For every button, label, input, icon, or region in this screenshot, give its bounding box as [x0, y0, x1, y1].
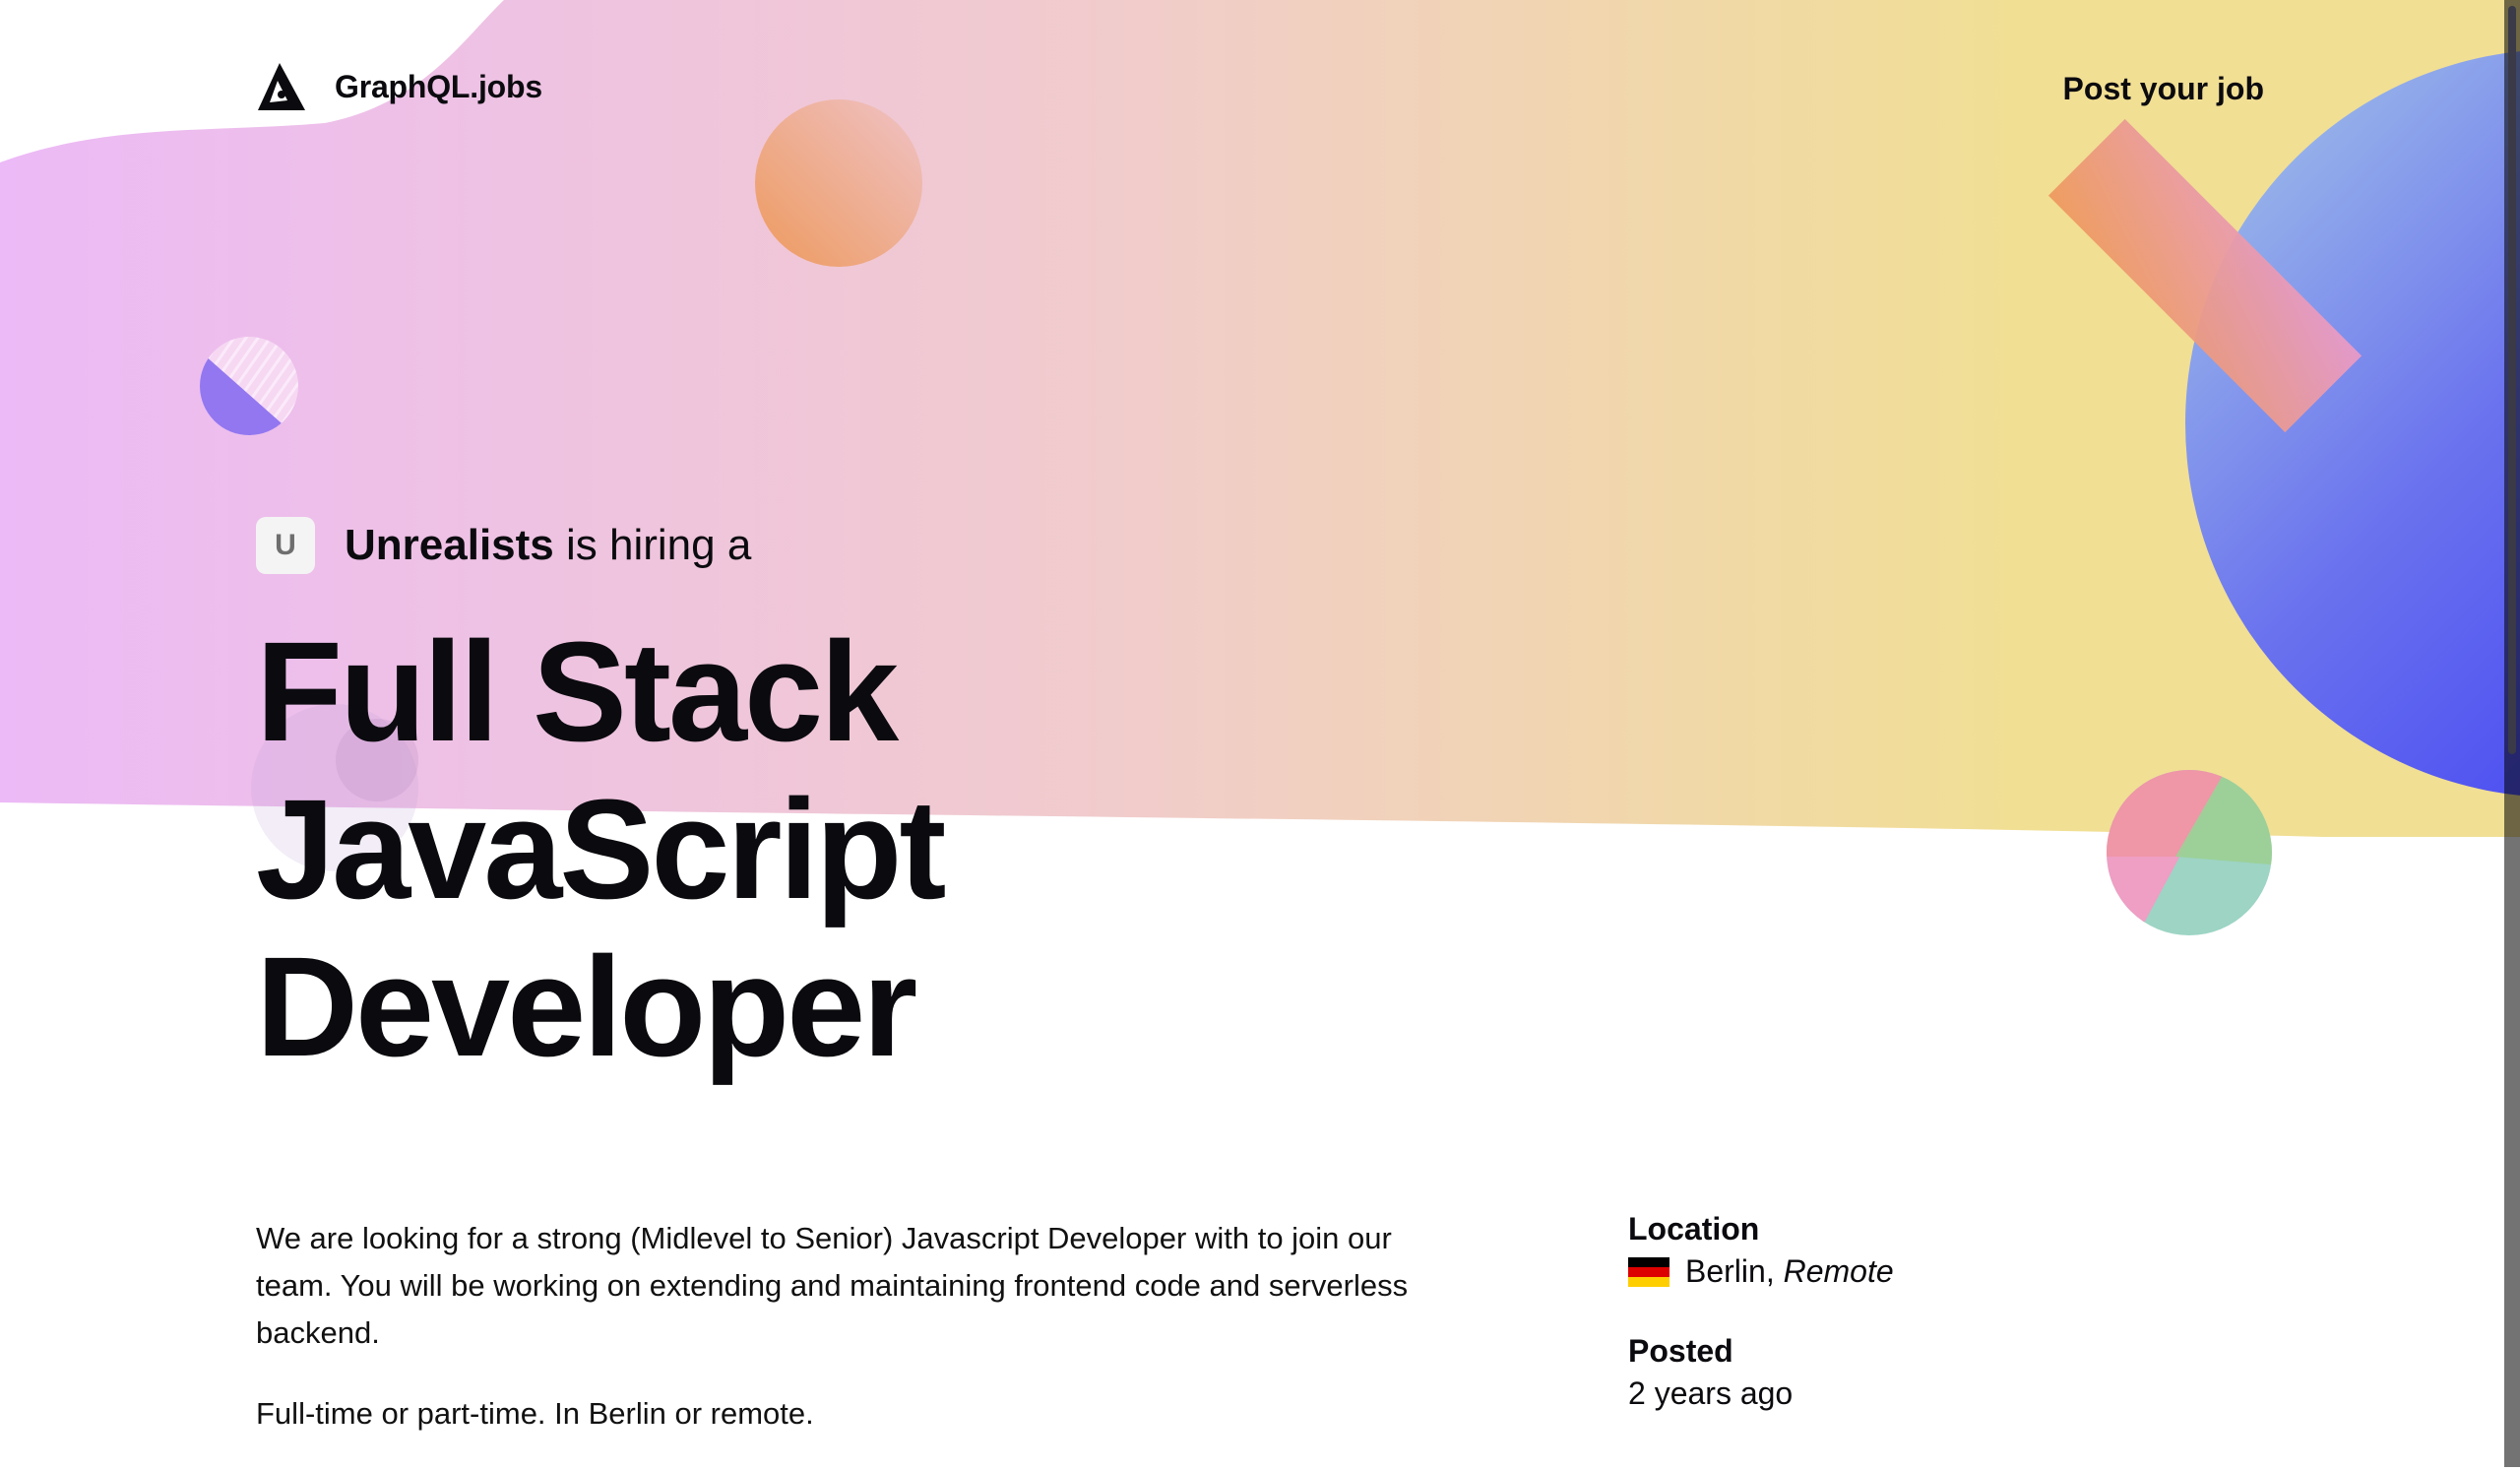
company-name-link[interactable]: Unrealists: [345, 521, 554, 569]
location-value: Berlin, Remote: [1628, 1253, 1894, 1290]
company-line: Unrealists is hiring a: [345, 521, 751, 570]
hiring-text: is hiring a: [566, 521, 752, 569]
job-title-line-2: JavaScript: [256, 770, 946, 928]
company-avatar[interactable]: U: [256, 517, 315, 574]
posted-label: Posted: [1628, 1333, 1733, 1369]
location-city: Berlin,: [1685, 1253, 1775, 1289]
location-block: Location Berlin, Remote: [1628, 1211, 1894, 1290]
job-description: We are looking for a strong (Midlevel to…: [256, 1215, 1447, 1471]
job-title-line-1: Full Stack: [256, 612, 899, 771]
posted-block: Posted 2 years ago: [1628, 1333, 1894, 1412]
description-paragraph: We are looking for a strong (Midlevel to…: [256, 1221, 1409, 1350]
page-scrollbar[interactable]: [2504, 0, 2520, 1467]
orange-circle-shape: [755, 99, 922, 267]
job-title-line-3: Developer: [256, 927, 917, 1086]
description-paragraph: Full-time or part-time. In Berlin or rem…: [256, 1396, 814, 1431]
job-meta: Location Berlin, Remote Posted 2 years a…: [1628, 1211, 1894, 1455]
hiring-row: U Unrealists is hiring a: [256, 517, 1240, 574]
graphql-jobs-logo-icon: [258, 63, 305, 110]
location-label: Location: [1628, 1211, 1760, 1247]
brand-name: GraphQL.jobs: [335, 68, 542, 104]
scrollbar-thumb[interactable]: [2508, 6, 2516, 754]
job-hero: U Unrealists is hiring a Full Stack Java…: [256, 517, 1240, 1086]
top-navigation: GraphQL.jobs Post your job: [256, 61, 2264, 124]
germany-flag-icon: [1628, 1256, 1670, 1287]
posted-value: 2 years ago: [1628, 1375, 1794, 1411]
post-job-link[interactable]: Post your job: [2063, 71, 2264, 107]
location-remote: Remote: [1783, 1253, 1894, 1289]
brand-link[interactable]: GraphQL.jobs: [256, 61, 542, 112]
job-title: Full Stack JavaScript Developer: [256, 613, 1240, 1086]
